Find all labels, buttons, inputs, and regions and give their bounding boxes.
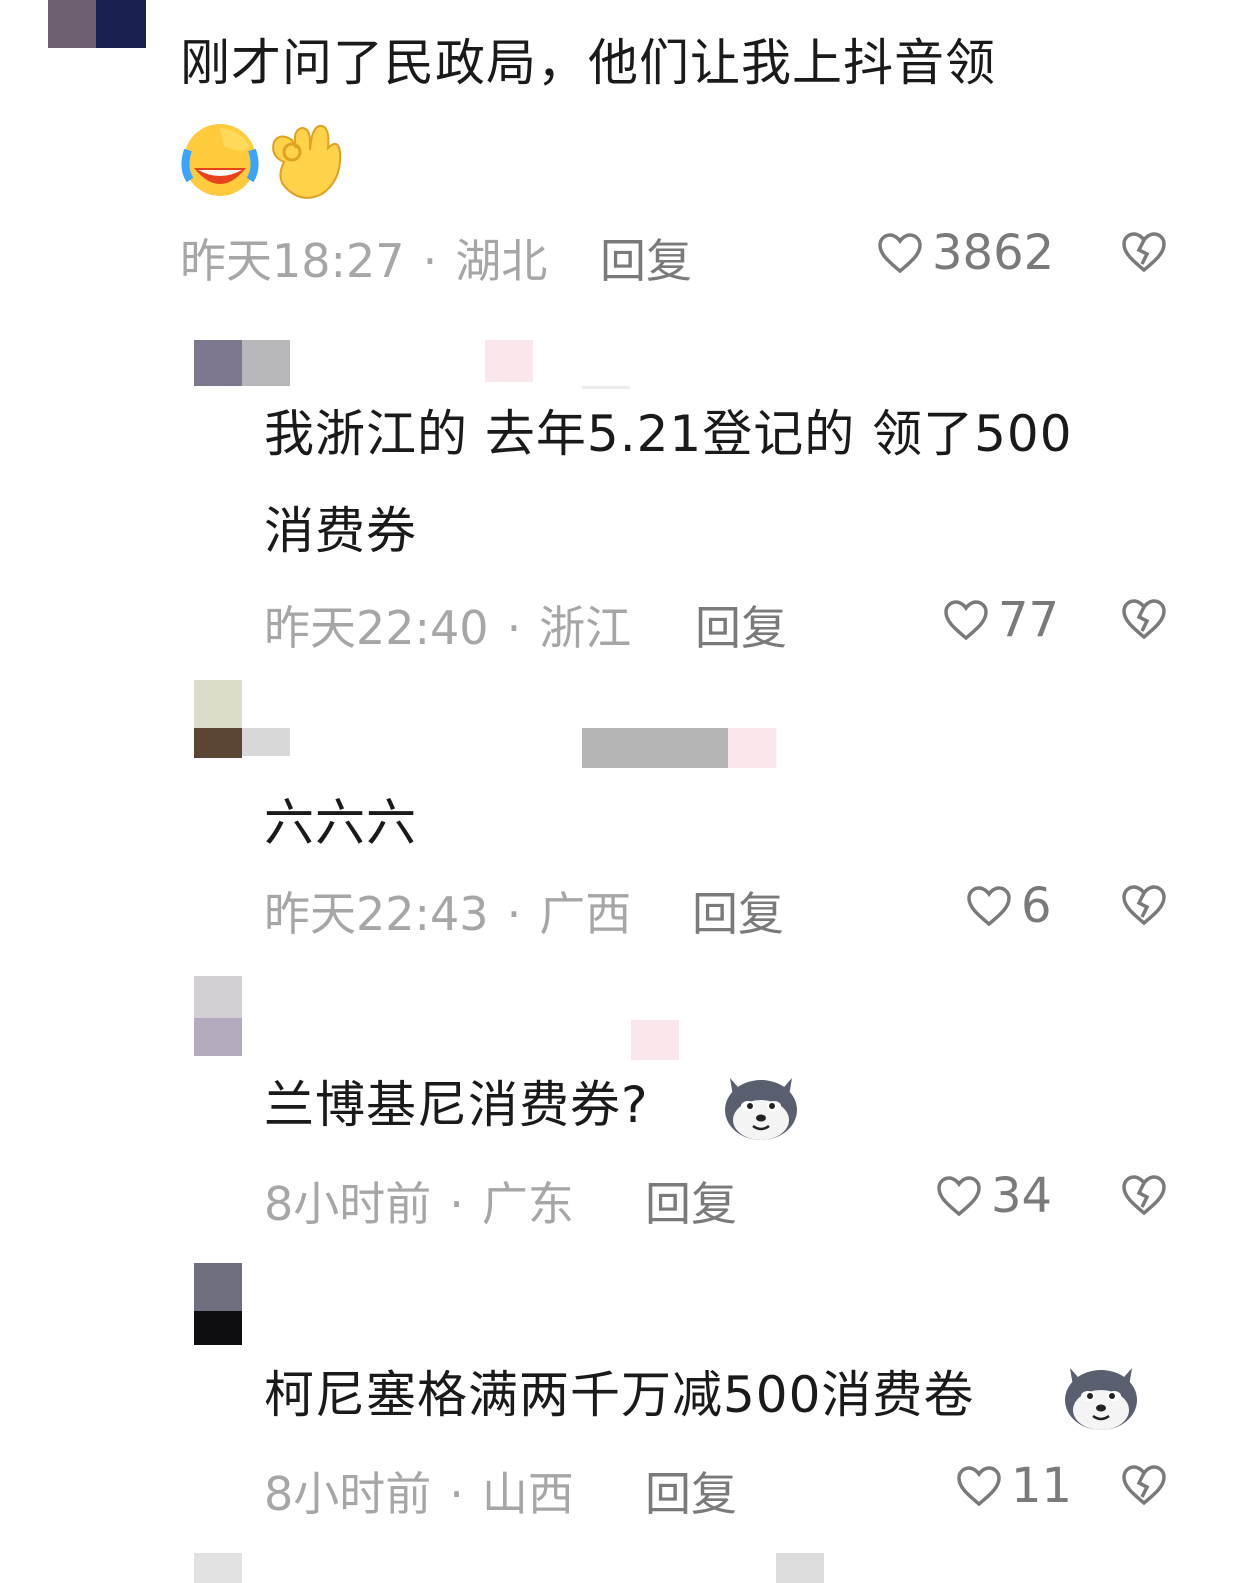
avatar[interactable] bbox=[194, 976, 242, 1018]
like-button[interactable]: 11 bbox=[955, 1458, 1072, 1514]
location: 山西 bbox=[481, 1467, 574, 1521]
reply-button[interactable]: 回复 bbox=[695, 592, 787, 658]
comment-text: 刚才问了民政局，他们让我上抖音领 bbox=[180, 34, 996, 92]
avatar bbox=[194, 1018, 242, 1056]
location: 广西 bbox=[539, 887, 632, 941]
avatar bbox=[96, 0, 146, 48]
like-count: 3862 bbox=[932, 225, 1055, 281]
username bbox=[631, 1020, 679, 1060]
username bbox=[728, 728, 776, 768]
separator: · bbox=[422, 234, 438, 288]
location: 广东 bbox=[481, 1177, 574, 1231]
comment-text: 消费券 bbox=[264, 502, 417, 560]
comment-meta: 昨天18:27 · 湖北 bbox=[180, 225, 547, 291]
dislike-icon[interactable] bbox=[1120, 883, 1168, 927]
location: 浙江 bbox=[539, 601, 632, 655]
dislike-icon[interactable] bbox=[1120, 230, 1168, 274]
reply-button[interactable]: 回复 bbox=[692, 878, 784, 944]
separator: · bbox=[449, 1467, 464, 1521]
username[interactable] bbox=[242, 728, 290, 756]
like-count: 34 bbox=[991, 1168, 1053, 1224]
timestamp: 8小时前 bbox=[264, 1177, 432, 1231]
like-count: 77 bbox=[998, 592, 1060, 648]
avatar[interactable] bbox=[194, 680, 242, 728]
dislike-icon[interactable] bbox=[1120, 597, 1168, 641]
avatar[interactable] bbox=[194, 1263, 242, 1311]
avatar[interactable] bbox=[194, 340, 242, 386]
husky-dog-emoji bbox=[1060, 1354, 1142, 1434]
username[interactable] bbox=[242, 340, 290, 386]
separator: · bbox=[506, 601, 522, 655]
like-count: 6 bbox=[1021, 878, 1052, 934]
heart-icon bbox=[937, 1176, 981, 1217]
husky-dog-emoji bbox=[720, 1064, 802, 1144]
avatar bbox=[194, 1311, 242, 1345]
timestamp: 昨天22:43 bbox=[264, 887, 489, 941]
heart-icon bbox=[944, 600, 988, 641]
reply-button[interactable]: 回复 bbox=[600, 225, 692, 291]
comment-meta: 8小时前 · 广东 bbox=[264, 1168, 574, 1234]
ok-hand-emoji bbox=[266, 118, 342, 200]
comment-meta: 昨天22:40 · 浙江 bbox=[264, 592, 631, 658]
avatar[interactable] bbox=[48, 0, 96, 48]
reply-button[interactable]: 回复 bbox=[645, 1168, 737, 1234]
username bbox=[485, 340, 533, 382]
username bbox=[582, 728, 728, 768]
like-count: 11 bbox=[1011, 1458, 1073, 1514]
avatar bbox=[194, 728, 242, 758]
location: 湖北 bbox=[455, 234, 548, 288]
heart-icon bbox=[878, 233, 922, 274]
like-button[interactable]: 77 bbox=[942, 592, 1059, 648]
like-button[interactable]: 34 bbox=[935, 1168, 1052, 1224]
avatar bbox=[194, 1553, 242, 1583]
like-button[interactable]: 6 bbox=[965, 878, 1052, 934]
timestamp: 8小时前 bbox=[264, 1467, 432, 1521]
comment-text: 柯尼塞格满两千万减500消费卷 bbox=[264, 1366, 975, 1424]
like-button[interactable]: 3862 bbox=[876, 225, 1054, 281]
comment-meta: 昨天22:43 · 广西 bbox=[264, 878, 631, 944]
comment-text: 兰博基尼消费券? bbox=[264, 1076, 649, 1134]
separator: · bbox=[506, 887, 522, 941]
dislike-icon[interactable] bbox=[1120, 1173, 1168, 1217]
timestamp: 昨天22:40 bbox=[264, 601, 489, 655]
heart-icon bbox=[967, 886, 1011, 927]
separator: · bbox=[449, 1177, 464, 1231]
comment-text: 六六六 bbox=[264, 794, 417, 852]
timestamp: 昨天18:27 bbox=[180, 234, 405, 288]
comment-meta: 8小时前 · 山西 bbox=[264, 1458, 574, 1524]
crying-laughing-emoji bbox=[180, 120, 260, 198]
heart-icon bbox=[957, 1466, 1001, 1507]
username bbox=[776, 1553, 824, 1583]
comment-text: 我浙江的 去年5.21登记的 领了500 bbox=[264, 405, 1073, 463]
dislike-icon[interactable] bbox=[1120, 1463, 1168, 1507]
reply-button[interactable]: 回复 bbox=[645, 1458, 737, 1524]
